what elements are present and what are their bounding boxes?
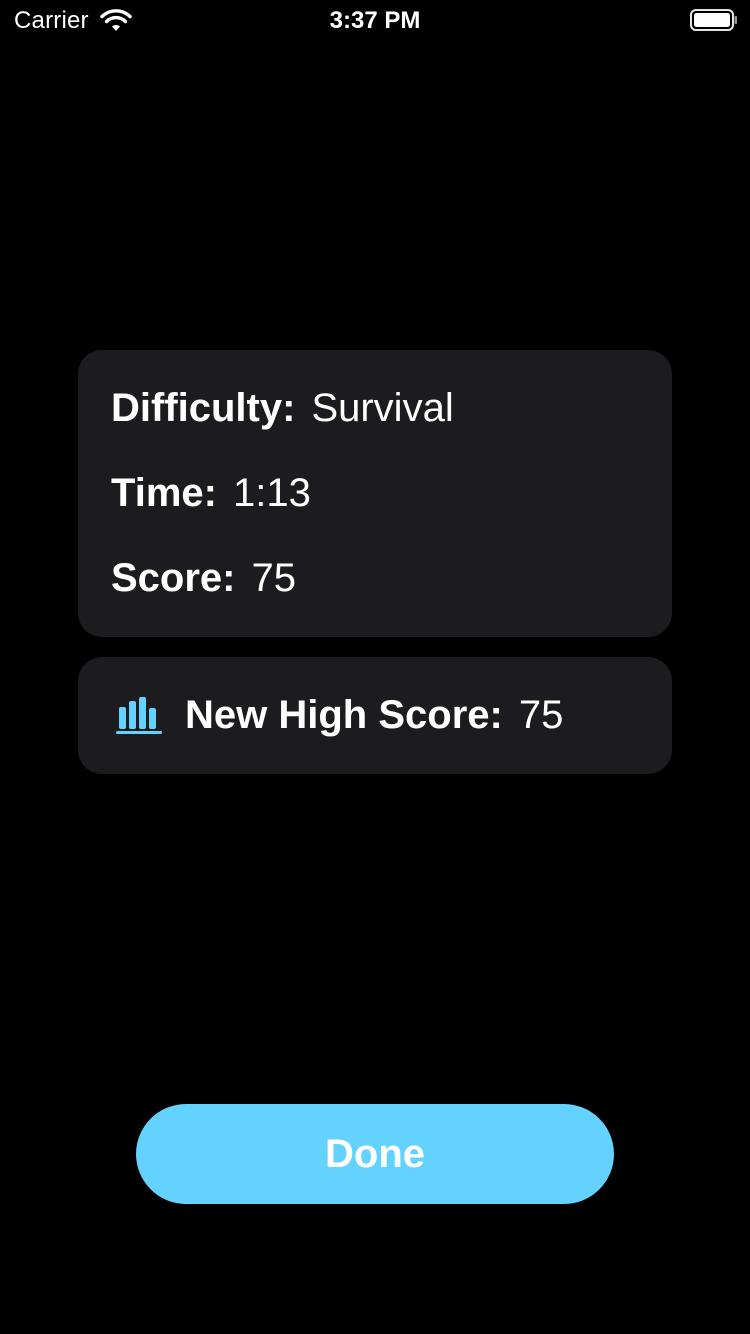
high-score-card: New High Score: 75 (78, 657, 672, 774)
time-label: Time: (111, 471, 217, 515)
high-score-value: 75 (518, 693, 564, 737)
bar-chart-icon (116, 697, 162, 735)
battery-icon (690, 9, 738, 31)
score-label: Score: (111, 556, 236, 600)
high-score-label: New High Score: (185, 693, 503, 737)
score-row: Score: 75 (111, 556, 296, 601)
time-value: 1:13 (232, 471, 311, 515)
time-row: Time: 1:13 (111, 471, 311, 516)
done-button[interactable]: Done (136, 1104, 614, 1204)
results-card: Difficulty: Survival Time: 1:13 Score: 75 (78, 350, 672, 637)
status-bar: Carrier 3:37 PM (0, 0, 750, 40)
score-value: 75 (251, 556, 297, 600)
difficulty-value: Survival (311, 386, 454, 430)
difficulty-row: Difficulty: Survival (111, 386, 454, 431)
high-score-row: New High Score: 75 (185, 693, 563, 738)
difficulty-label: Difficulty: (111, 386, 296, 430)
status-time: 3:37 PM (329, 7, 421, 34)
